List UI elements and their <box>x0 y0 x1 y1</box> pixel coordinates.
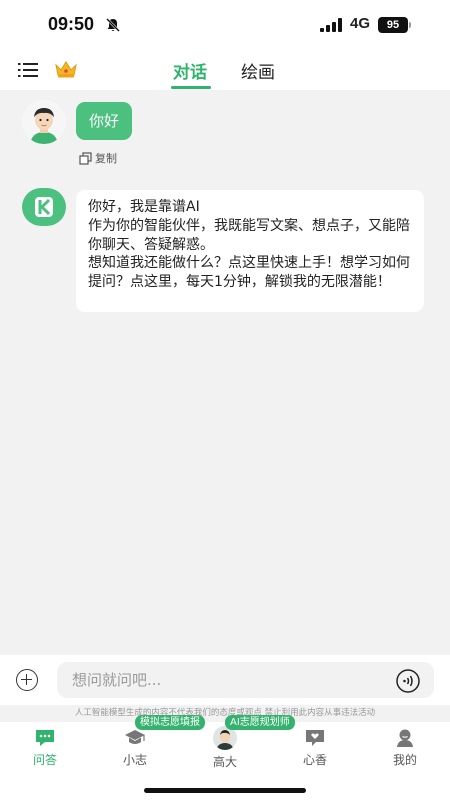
bot-logo-icon <box>35 197 53 217</box>
add-button[interactable] <box>16 669 38 691</box>
copy-button[interactable]: 复制 <box>79 150 117 166</box>
voice-input-icon[interactable] <box>396 669 420 693</box>
nav-label: 高大 <box>212 755 237 769</box>
battery-indicator: 95 <box>378 17 408 33</box>
copy-label: 复制 <box>95 152 117 165</box>
home-indicator <box>144 788 306 793</box>
nav-item-qa[interactable]: 问答 <box>0 728 90 770</box>
tab-draw[interactable]: 绘画 <box>241 58 275 83</box>
bottom-nav: 问答 小志 高大 心香 我的 模拟志愿填报 AI志愿规划师 <box>0 715 450 800</box>
tab-chat[interactable]: 对话 <box>173 58 207 83</box>
nav-item-mine[interactable]: 我的 <box>360 728 450 770</box>
chat-area[interactable]: 你好 复制 你好，我是靠谱AI 作为你的智能伙伴，我既能写文案、想点子，又能陪你… <box>0 90 450 655</box>
active-tab-indicator <box>171 86 211 89</box>
menu-icon[interactable] <box>18 62 38 78</box>
promo-badge-simulated-application[interactable]: 模拟志愿填报 <box>135 715 205 730</box>
nav-item-xiaozhi[interactable]: 小志 <box>90 728 180 770</box>
mute-icon <box>106 18 120 32</box>
input-bar <box>0 655 450 705</box>
user-message-bubble[interactable]: 你好 <box>76 102 132 140</box>
chat-bubble-icon <box>36 730 54 746</box>
user-avatar-illustration <box>22 100 66 144</box>
promo-badge-ai-planner[interactable]: AI志愿规划师 <box>225 715 295 730</box>
status-time: 09:50 <box>48 14 95 34</box>
ai-disclaimer: 人工智能模型生成的内容不代表我们的态度或观点 禁止利用此内容从事违法活动 <box>74 708 376 718</box>
crown-icon[interactable] <box>54 59 78 79</box>
assistant-message-line[interactable]: 想知道我还能做什么？点这里快速上手！想学习如何提问？点这里，每天1分钟，解锁我的… <box>88 254 412 292</box>
nav-label: 问答 <box>32 753 57 767</box>
assistant-message-line: 作为你的智能伙伴，我既能写文案、想点子，又能陪你聊天、答疑解惑。 <box>88 217 410 253</box>
nav-item-gaoda[interactable]: 高大 <box>180 726 270 770</box>
heart-message-icon <box>306 730 324 746</box>
chat-input[interactable] <box>57 662 434 698</box>
top-bar: 对话 绘画 <box>0 50 450 90</box>
battery-tip <box>409 22 411 28</box>
assistant-message-bubble[interactable]: 你好，我是靠谱AI 作为你的智能伙伴，我既能写文案、想点子，又能陪你聊天、答疑解… <box>76 190 424 312</box>
graduation-cap-icon <box>125 730 145 744</box>
signal-icon <box>320 18 342 32</box>
nav-label: 小志 <box>122 753 147 767</box>
nav-item-xinxiang[interactable]: 心香 <box>270 728 360 770</box>
copy-icon <box>79 151 92 165</box>
nav-label: 我的 <box>392 753 417 767</box>
user-avatar[interactable] <box>22 100 66 144</box>
network-label: 4G <box>350 15 371 32</box>
assistant-message-line: 你好，我是靠谱AI <box>88 199 200 215</box>
status-bar: 09:50 4G 95 <box>0 0 450 50</box>
person-icon <box>397 729 413 747</box>
bot-avatar[interactable] <box>22 188 66 226</box>
nav-label: 心香 <box>302 753 327 767</box>
